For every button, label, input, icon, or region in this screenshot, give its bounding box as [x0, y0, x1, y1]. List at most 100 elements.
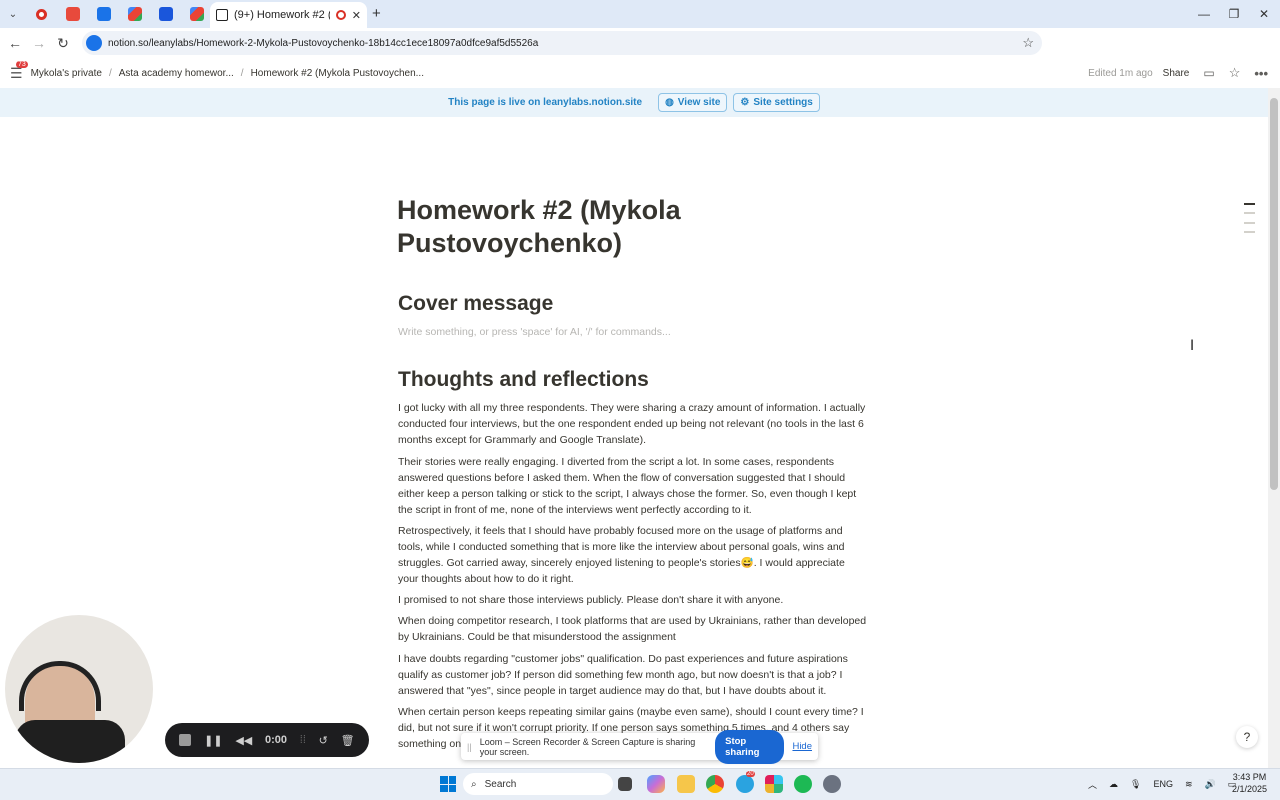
docs-icon — [158, 7, 173, 21]
topbar-actions: Edited 1m ago Share ▭ ☆ ••• — [1088, 58, 1268, 88]
published-banner: This page is live on leanylabs.notion.si… — [0, 88, 1268, 117]
text-cursor-icon: I — [1190, 338, 1195, 354]
rewind-icon[interactable]: ◀◀ — [235, 734, 252, 747]
pause-icon[interactable]: ❚❚ — [204, 734, 222, 747]
view-site-button[interactable]: ◍ View site — [658, 93, 728, 112]
toc-indicator[interactable] — [1244, 231, 1255, 233]
search-label: Search — [484, 778, 517, 790]
file-explorer-icon[interactable] — [677, 775, 695, 793]
copilot-icon[interactable] — [647, 775, 665, 793]
globe-icon: ◍ — [665, 97, 674, 108]
minimize-button[interactable]: — — [1188, 0, 1220, 28]
drag-handle-icon[interactable]: ⁞⁞ — [300, 734, 306, 746]
favorite-star-icon[interactable]: ☆ — [1229, 65, 1241, 81]
tab-5[interactable] — [150, 0, 181, 28]
chair — [15, 720, 125, 763]
notion-icon — [216, 9, 228, 21]
paragraph-block[interactable]: I have doubts regarding "customer jobs" … — [398, 651, 868, 699]
heading-thoughts[interactable]: Thoughts and reflections — [398, 368, 649, 392]
close-window-button[interactable]: ✕ — [1248, 0, 1280, 28]
taskbar-search[interactable]: ⌕ Search — [463, 773, 613, 795]
clock-date: 2/1/2025 — [1232, 784, 1268, 794]
tab-2[interactable] — [57, 0, 88, 28]
settings-icon[interactable] — [823, 775, 841, 793]
recording-timer: 0:00 — [264, 734, 288, 746]
stop-sharing-button[interactable]: Stop sharing — [715, 729, 785, 764]
share-button[interactable]: Share — [1163, 68, 1190, 79]
task-view-icon[interactable] — [618, 777, 632, 791]
reload-button[interactable]: ↻ — [51, 31, 75, 55]
language-indicator[interactable]: ENG — [1153, 779, 1173, 789]
tab-title: (9+) Homework #2 (Mykola — [234, 9, 330, 21]
sidebar-menu-icon[interactable]: ☰ 73 — [10, 60, 28, 82]
spotify-icon[interactable] — [794, 775, 812, 793]
site-settings-button[interactable]: ⚙ Site settings — [733, 93, 820, 112]
slack-icon[interactable] — [765, 775, 783, 793]
breadcrumb-workspace[interactable]: Mykola's private — [31, 68, 102, 79]
stop-recording-button[interactable] — [179, 734, 192, 746]
recording-icon — [335, 10, 346, 20]
clock-time: 3:43 PM — [1232, 772, 1267, 782]
scrollbar-thumb[interactable] — [1270, 98, 1278, 490]
browser-tab-bar: ⌄ (9+) Homework #2 (Mykola ✕ + — ❐ ✕ — [0, 0, 1280, 28]
breadcrumb-current[interactable]: Homework #2 (Mykola Pustovoychen... — [251, 68, 424, 79]
share-notice-text: Loom – Screen Recorder & Screen Capture … — [479, 736, 696, 757]
toc-indicator[interactable] — [1244, 212, 1255, 214]
tab-6[interactable] — [181, 0, 212, 28]
paragraph-block[interactable]: Retrospectively, it feels that I should … — [398, 523, 868, 587]
chrome-icon[interactable] — [706, 775, 724, 793]
help-icon: ? — [1243, 730, 1251, 744]
chevron-down-icon: ⌄ — [8, 8, 18, 20]
delete-icon[interactable]: 🗑 — [341, 734, 355, 747]
back-button[interactable]: ← — [3, 31, 27, 55]
microphone-icon[interactable]: 🎙 — [1130, 779, 1141, 790]
tab-search-button[interactable]: ⌄ — [0, 0, 26, 28]
telegram-badge: 20 — [746, 771, 755, 777]
breadcrumb-separator: / — [108, 67, 112, 79]
breadcrumb-parent[interactable]: Asta academy homewor... — [119, 68, 234, 79]
restart-icon[interactable]: ↺ — [319, 734, 328, 747]
loom-camera-bubble[interactable] — [5, 615, 153, 763]
new-tab-button[interactable]: + — [372, 5, 381, 22]
toc-indicator[interactable] — [1244, 222, 1255, 224]
tab-1[interactable] — [26, 0, 57, 28]
volume-icon[interactable]: 🔊 — [1205, 779, 1216, 790]
paragraph-block[interactable]: I promised to not share those interviews… — [398, 592, 868, 608]
restore-button[interactable]: ❐ — [1218, 0, 1250, 28]
heading-cover-message[interactable]: Cover message — [398, 292, 553, 316]
help-button[interactable]: ? — [1236, 726, 1258, 748]
more-options-icon[interactable]: ••• — [1254, 66, 1268, 81]
system-tray: ︿ ☁ 🎙 ENG ≋ 🔊 ▭ — [1088, 768, 1236, 800]
notion-topbar: ☰ 73 Mykola's private / Asta academy hom… — [0, 58, 1280, 88]
published-text: This page is live on leanylabs.notion.si… — [448, 97, 643, 108]
tab-4[interactable] — [119, 0, 150, 28]
hide-notice-button[interactable]: Hide — [792, 741, 812, 752]
page-title[interactable]: Homework #2 (Mykola Pustovoychenko) — [397, 194, 877, 260]
chevron-up-icon[interactable]: ︿ — [1088, 778, 1097, 791]
site-settings-label: Site settings — [753, 97, 813, 108]
paragraph-block[interactable]: I got lucky with all my three respondent… — [398, 400, 868, 448]
toc-indicator-active[interactable] — [1244, 203, 1255, 205]
windows-start-icon[interactable] — [440, 776, 456, 792]
tab-active-notion[interactable]: (9+) Homework #2 (Mykola ✕ — [210, 2, 367, 28]
onedrive-icon[interactable]: ☁ — [1109, 779, 1118, 790]
url-bar[interactable]: notion.so/leanylabs/Homework-2-Mykola-Pu… — [82, 31, 1042, 55]
gmail-icon — [189, 7, 204, 21]
comment-icon[interactable]: ▭ — [1203, 66, 1214, 80]
paragraph-block[interactable]: When doing competitor research, I took p… — [398, 613, 868, 645]
site-info-icon[interactable] — [86, 35, 102, 51]
edited-status: Edited 1m ago — [1088, 67, 1153, 79]
paragraph-block[interactable]: Their stories were really engaging. I di… — [398, 454, 868, 518]
screen-share-notice: || Loom – Screen Recorder & Screen Captu… — [461, 729, 818, 764]
close-tab-icon[interactable]: ✕ — [352, 9, 361, 22]
url-text: notion.so/leanylabs/Homework-2-Mykola-Pu… — [108, 37, 539, 49]
taskbar-clock[interactable]: 3:43 PM 2/1/2025 — [1232, 771, 1267, 795]
forward-button[interactable]: → — [27, 31, 51, 55]
tab-3[interactable] — [88, 0, 119, 28]
bookmark-star-icon[interactable]: ☆ — [1022, 35, 1034, 51]
empty-block-placeholder[interactable]: Write something, or press 'space' for AI… — [398, 326, 671, 338]
drag-handle-icon[interactable]: || — [467, 742, 472, 752]
telegram-icon[interactable]: 20 — [736, 771, 755, 793]
trello-icon — [96, 7, 111, 21]
wifi-icon[interactable]: ≋ — [1185, 779, 1193, 790]
